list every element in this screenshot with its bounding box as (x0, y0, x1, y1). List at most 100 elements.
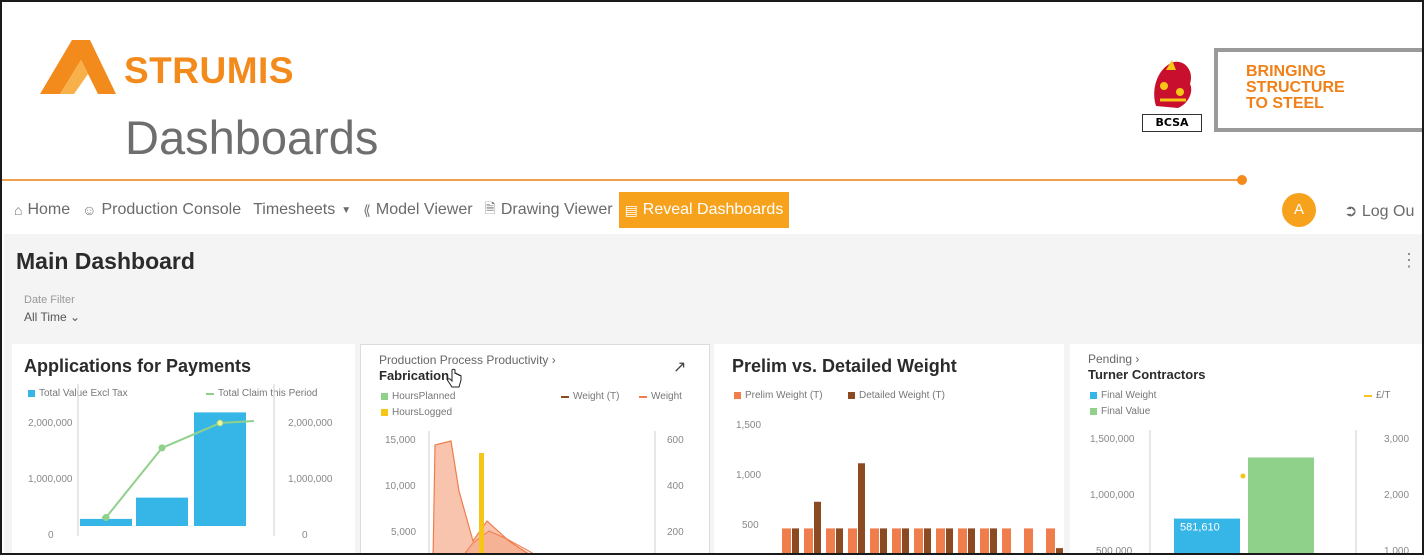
legend-label: Final Value (1101, 406, 1151, 417)
page-title: Dashboards (125, 111, 379, 164)
point-total-claim (102, 513, 110, 521)
bar-detailed-weight (858, 463, 865, 553)
logout-label: Log Ou (1361, 203, 1415, 220)
point-total-claim (216, 419, 224, 427)
legend-swatch (1090, 408, 1097, 415)
y-tick: 5,000 (391, 527, 417, 538)
bar-final-value (1248, 457, 1314, 553)
avatar[interactable]: A (1282, 193, 1316, 227)
tagline-box: BRINGING STRUCTURE TO STEEL (1214, 48, 1422, 132)
bar-prelim-weight (826, 528, 835, 553)
expand-icon[interactable]: ↗ (673, 357, 686, 377)
card-subtitle-text: Pending (1088, 352, 1133, 366)
bar-prelim-weight (848, 528, 857, 553)
y-tick: 15,000 (385, 435, 416, 446)
brand-name: STRUMIS (124, 50, 294, 91)
nav-model-viewer-label: Model Viewer (375, 201, 473, 218)
y-tick: 1,000 (736, 470, 762, 481)
nav-timesheets[interactable]: Timesheets ▼ (247, 192, 357, 228)
point-pound-per-tonne (1240, 473, 1246, 479)
card-title: Prelim vs. Detailed Weight (732, 356, 957, 376)
bar-detailed-weight (814, 501, 821, 553)
header-divider (2, 179, 1242, 181)
logout-link[interactable]: ➲ Log Ou (1344, 201, 1414, 221)
nav-reveal-dashboards[interactable]: ▤ Reveal Dashboards (618, 192, 790, 228)
bar-detailed-weight (880, 528, 887, 553)
header-divider-dot (1237, 175, 1247, 185)
bar-prelim-weight (870, 528, 879, 553)
strumis-logo (40, 40, 116, 94)
y-tick: 500,000 (1096, 546, 1133, 555)
bar-hours-logged (479, 453, 484, 553)
legend-label: Final Weight (1101, 390, 1157, 401)
nav-home-label: Home (27, 201, 71, 218)
fabrication-chart (428, 431, 656, 553)
legend-swatch (381, 409, 388, 416)
legend-swatch (1090, 392, 1097, 399)
legend-label: £/T (1376, 390, 1391, 401)
legend-label: HoursPlanned (392, 391, 456, 402)
bar-prelim-weight (1002, 528, 1011, 553)
date-filter-label: Date Filter (24, 294, 75, 306)
y2-tick: 0 (302, 530, 308, 541)
file-icon: 🗎 (484, 200, 496, 216)
logout-icon: ➲ (1344, 203, 1358, 220)
date-filter-value: All Time (24, 310, 67, 324)
bar-prelim-weight (958, 528, 967, 553)
legend-swatch (848, 392, 855, 399)
legend-label: Prelim Weight (T) (745, 390, 823, 401)
data-label: 581,610 (1180, 522, 1220, 534)
card-title: Turner Contractors (1088, 367, 1206, 382)
legend-swatch (381, 393, 388, 400)
card-fabrication[interactable]: Production Process Productivity › Fabric… (360, 344, 710, 553)
tagline-line: BRINGING (1246, 63, 1326, 80)
top-nav: ⌂ Home ☺ Production Console Timesheets ▼… (8, 192, 790, 228)
caret-down-icon: ▼ (341, 204, 352, 216)
bar-prelim-weight (892, 528, 901, 553)
legend-swatch (1364, 394, 1372, 397)
nav-home[interactable]: ⌂ Home (8, 192, 76, 228)
legend-item: HoursLogged (381, 407, 452, 418)
card-subtitle: Pending › (1088, 352, 1140, 366)
y-tick: 1,500,000 (1090, 434, 1135, 445)
y2-tick: 200 (667, 527, 684, 538)
card-applications-for-payments[interactable]: Applications for Payments Total Value Ex… (12, 344, 355, 553)
y-tick: 2,000,000 (28, 418, 73, 429)
y-tick: 500 (742, 520, 759, 531)
legend-swatch (28, 390, 35, 397)
tagline-line: TO STEEL (1246, 95, 1324, 112)
card-prelim-vs-detailed[interactable]: Prelim vs. Detailed Weight Prelim Weight… (714, 344, 1064, 553)
legend-swatch (734, 392, 741, 399)
date-filter-select[interactable]: All Time ⌄ (24, 310, 80, 324)
legend-item: Prelim Weight (T) (734, 390, 823, 401)
card-turner-contractors[interactable]: Pending › Turner Contractors Final Weigh… (1070, 344, 1422, 555)
bcsa-logo: BCSA (1142, 56, 1204, 134)
nav-drawing-viewer[interactable]: 🗎 Drawing Viewer (479, 192, 619, 228)
legend-swatch (639, 395, 647, 398)
nav-model-viewer[interactable]: ⟪ Model Viewer (357, 192, 478, 228)
nav-timesheets-label: Timesheets (253, 201, 336, 218)
y2-tick: 1,000,000 (288, 474, 333, 485)
nav-drawing-viewer-label: Drawing Viewer (500, 201, 613, 218)
cursor-icon (447, 368, 462, 388)
cube-icon: ⟪ (363, 201, 371, 218)
bar-detailed-weight (902, 528, 909, 553)
bar-detailed-weight (990, 528, 997, 553)
y2-tick: 600 (667, 435, 684, 446)
nav-reveal-dashboards-label: Reveal Dashboards (642, 201, 784, 218)
dashboard-title: Main Dashboard (16, 248, 195, 274)
app-frame: STRUMIS Dashboards BCSA BRINGING STRUCTU… (0, 0, 1424, 555)
bar-total-value (136, 497, 188, 526)
bar-prelim-weight (914, 528, 923, 553)
bar-prelim-weight (1046, 528, 1055, 553)
y2-tick: 400 (667, 481, 684, 492)
bar-prelim-weight (804, 528, 813, 553)
bar-detailed-weight (924, 528, 931, 553)
y-tick: 0 (48, 530, 54, 541)
nav-production-console[interactable]: ☺ Production Console (76, 192, 247, 228)
legend-item: Final Value (1090, 406, 1150, 417)
legend-item: Weight (T) (561, 391, 620, 402)
legend-item: Final Weight (1090, 390, 1156, 401)
bar-detailed-weight (1056, 548, 1063, 553)
more-options-icon[interactable]: ⋮ (1400, 250, 1418, 271)
